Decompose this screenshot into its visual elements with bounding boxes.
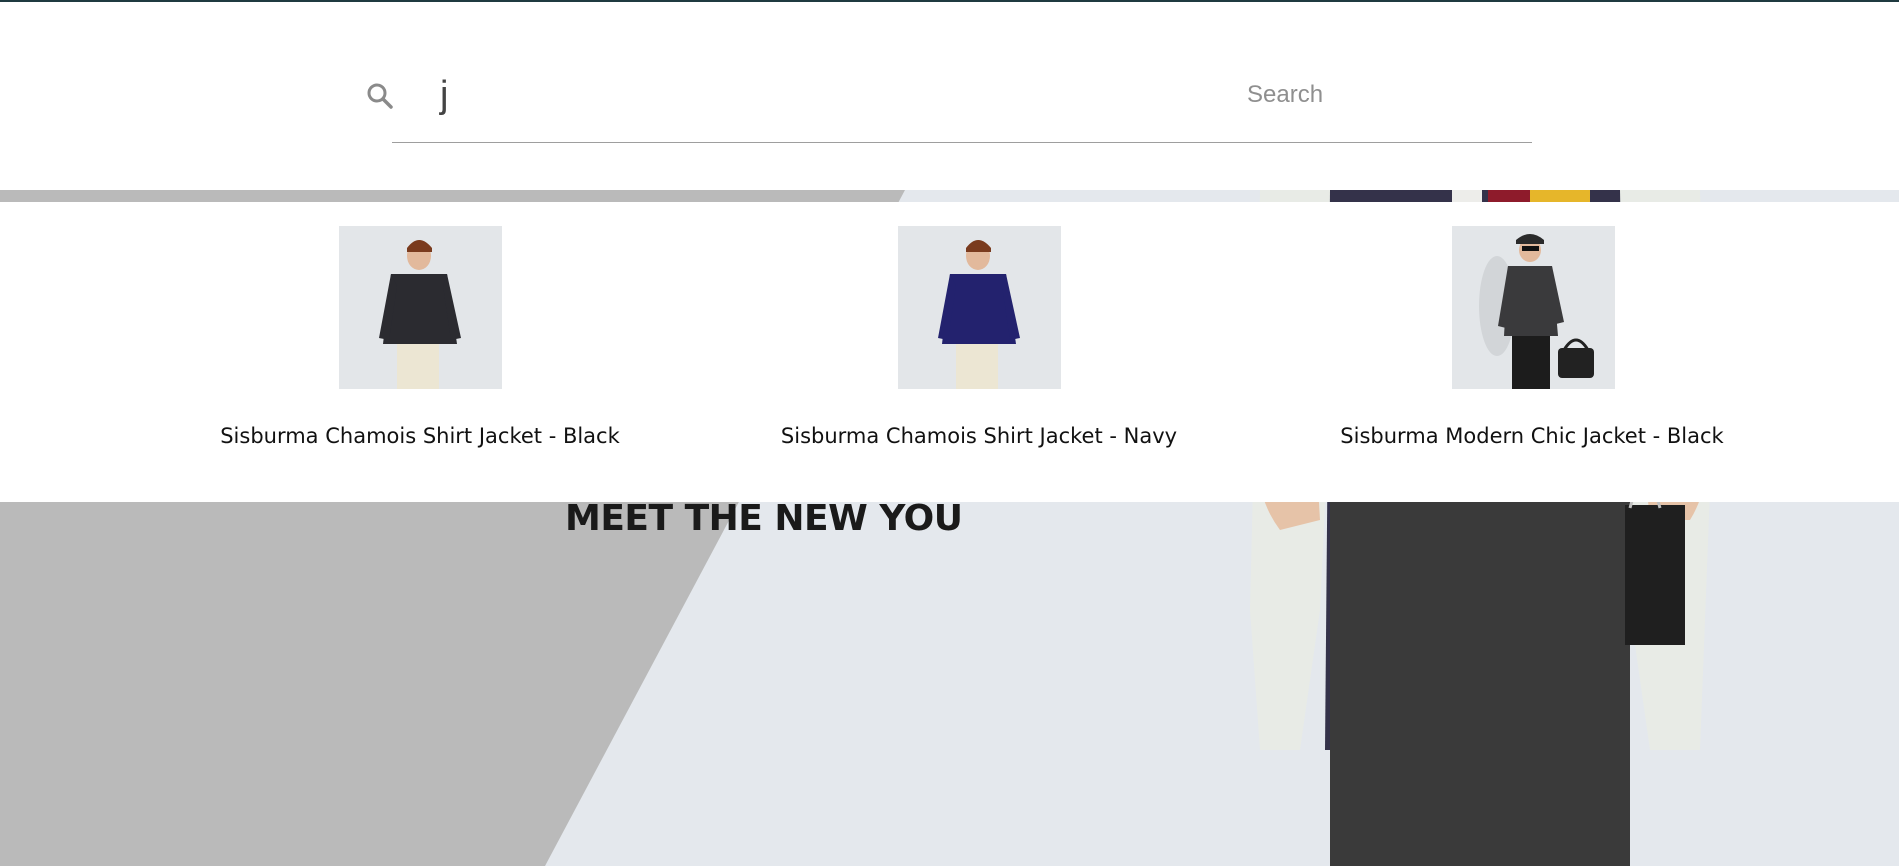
product-name[interactable]: Sisburma Modern Chic Jacket - Black	[1252, 424, 1812, 448]
search-icon[interactable]	[366, 82, 394, 110]
search-results-panel: Sisburma Chamois Shirt Jacket - Black Si…	[0, 202, 1899, 502]
product-name[interactable]: Sisburma Chamois Shirt Jacket - Black	[140, 424, 700, 448]
product-name[interactable]: Sisburma Chamois Shirt Jacket - Navy	[699, 424, 1259, 448]
product-thumbnail[interactable]	[898, 226, 1061, 389]
search-header: j	[0, 2, 1899, 190]
hero-tagline: MEET THE NEW YOU	[565, 498, 963, 539]
product-thumbnail[interactable]	[1452, 226, 1615, 389]
product-thumbnail[interactable]	[339, 226, 502, 389]
search-input[interactable]	[392, 70, 1532, 120]
page: MEET THE NEW YOU j Search Sisburma Chamo…	[0, 0, 1899, 866]
search-result-item[interactable]: Sisburma Chamois Shirt Jacket - Black	[140, 202, 700, 502]
search-result-item[interactable]: Sisburma Modern Chic Jacket - Black	[1252, 202, 1812, 502]
search-result-item[interactable]: Sisburma Chamois Shirt Jacket - Navy	[699, 202, 1259, 502]
search-underline	[392, 142, 1532, 143]
